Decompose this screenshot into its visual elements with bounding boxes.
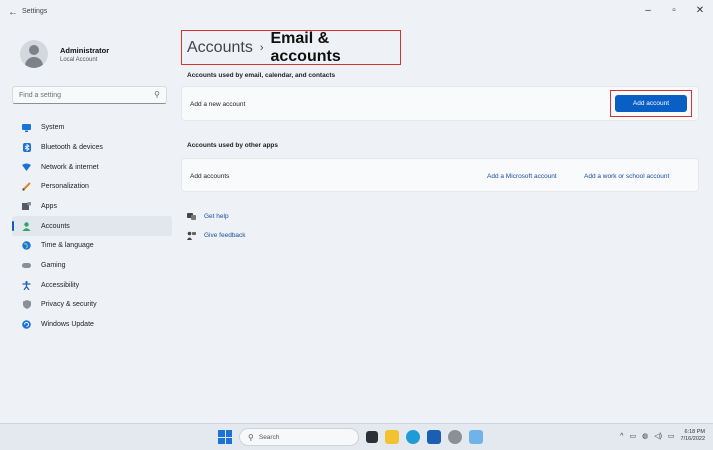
sidebar-item-system[interactable]: System — [12, 118, 172, 138]
sidebar-item-label: Apps — [41, 203, 57, 210]
accessibility-icon — [22, 280, 31, 290]
monitor-icon — [22, 123, 31, 132]
sidebar-item-time-language[interactable]: Time & language — [12, 236, 172, 256]
taskbar-clock[interactable]: 6:18 PM 7/16/2022 — [681, 429, 705, 443]
task-view-icon[interactable] — [366, 431, 378, 443]
help-icon — [187, 212, 196, 221]
add-new-account-text: Add a new account — [190, 101, 246, 108]
sidebar-item-label: Privacy & security — [41, 301, 97, 309]
sidebar-nav: System Bluetooth & devices Network & int… — [12, 118, 172, 335]
sidebar-item-label: Network & internet — [41, 163, 99, 171]
add-account-button[interactable]: Add account — [615, 95, 687, 112]
sidebar-item-label: Bluetooth & devices — [41, 143, 103, 151]
back-arrow-icon[interactable]: ← — [8, 7, 18, 18]
photos-icon[interactable] — [469, 430, 483, 444]
chevron-up-icon[interactable]: ^ — [620, 433, 623, 440]
search-placeholder: Find a setting — [19, 92, 62, 99]
add-account-highlight: Add account — [610, 90, 692, 117]
globe-icon — [22, 241, 31, 251]
feedback-icon — [187, 231, 196, 240]
get-help-link[interactable]: Get help — [187, 212, 229, 221]
sidebar-item-accessibility[interactable]: Accessibility — [12, 276, 172, 296]
add-accounts-card: Add accounts Add a Microsoft account Add… — [181, 158, 699, 192]
sidebar-item-label: Personalization — [41, 183, 89, 191]
give-feedback-label: Give feedback — [204, 232, 246, 239]
avatar — [20, 40, 48, 68]
update-icon — [22, 320, 31, 329]
sidebar-item-windows-update[interactable]: Windows Update — [12, 315, 172, 335]
search-icon: ⚲ — [154, 90, 160, 99]
settings-window: ← Settings – ▫ ✕ Administrator Local Acc… — [0, 0, 713, 423]
app-title: Settings — [22, 8, 48, 15]
minimize-button[interactable]: – — [643, 5, 653, 16]
taskbar-search[interactable]: ⚲ Search — [239, 428, 359, 446]
sidebar-item-label: System — [41, 124, 65, 132]
user-profile[interactable]: Administrator Local Account — [20, 40, 109, 68]
gamepad-icon — [22, 261, 31, 270]
page-title: Email & accounts — [270, 29, 341, 65]
window-controls: – ▫ ✕ — [643, 5, 705, 16]
file-explorer-icon[interactable] — [385, 430, 399, 444]
brush-icon — [22, 182, 31, 192]
sidebar-item-label: Accessibility — [41, 281, 80, 289]
sidebar-item-label: Gaming — [41, 262, 66, 270]
add-microsoft-account-link[interactable]: Add a Microsoft account — [487, 173, 557, 180]
clock-date: 7/16/2022 — [680, 436, 705, 443]
taskbar-search-label: Search — [258, 433, 280, 441]
store-icon[interactable] — [427, 430, 441, 444]
get-help-label: Get help — [204, 213, 229, 220]
wifi-icon — [22, 163, 31, 172]
add-new-account-card: Add a new account Add account — [181, 86, 699, 121]
edge-browser-icon[interactable] — [406, 430, 420, 444]
sidebar-item-gaming[interactable]: Gaming — [12, 256, 172, 276]
sidebar-item-personalization[interactable]: Personalization — [12, 177, 172, 197]
settings-gear-icon[interactable] — [448, 430, 462, 444]
sidebar-item-bluetooth[interactable]: Bluetooth & devices — [12, 138, 172, 158]
profile-name: Administrator — [60, 45, 110, 55]
keyboard-icon[interactable]: ▭ — [629, 432, 636, 440]
add-accounts-text: Add accounts — [190, 173, 230, 180]
breadcrumb: Accounts › Email & accounts — [181, 30, 401, 65]
person-icon — [22, 221, 31, 231]
volume-icon[interactable]: ◁) — [654, 432, 662, 440]
profile-account-type: Local Account — [60, 56, 98, 63]
sidebar-item-label: Accounts — [41, 222, 70, 230]
breadcrumb-root[interactable]: Accounts — [187, 39, 253, 57]
sidebar-item-accounts[interactable]: Accounts — [12, 216, 172, 236]
sidebar-item-network[interactable]: Network & internet — [12, 157, 172, 177]
taskbar: ⚲ Search ^ ▭ ◍ ◁) ▭ 6:18 PM 7/16/2022 — [0, 423, 713, 450]
give-feedback-link[interactable]: Give feedback — [187, 231, 246, 240]
maximize-button[interactable]: ▫ — [669, 5, 679, 16]
sidebar-item-label: Time & language — [41, 242, 94, 250]
title-bar: ← Settings – ▫ ✕ — [0, 0, 713, 26]
shield-icon — [22, 300, 31, 310]
network-icon[interactable]: ◍ — [642, 432, 648, 440]
close-button[interactable]: ✕ — [695, 5, 705, 16]
section-label-email-accounts: Accounts used by email, calendar, and co… — [187, 72, 336, 79]
windows-start-icon[interactable] — [218, 430, 232, 444]
apps-icon — [22, 202, 31, 211]
search-icon: ⚲ — [248, 432, 254, 442]
battery-icon[interactable]: ▭ — [668, 432, 675, 440]
sidebar-item-label: Windows Update — [41, 321, 94, 329]
clock-time: 6:18 PM — [684, 429, 705, 435]
sidebar-item-apps[interactable]: Apps — [12, 197, 172, 217]
add-work-school-account-link[interactable]: Add a work or school account — [584, 173, 669, 180]
sidebar-item-privacy[interactable]: Privacy & security — [12, 295, 172, 315]
breadcrumb-separator: › — [259, 41, 264, 54]
search-input[interactable]: Find a setting ⚲ — [12, 86, 167, 104]
bluetooth-icon — [22, 142, 31, 152]
section-label-other-apps: Accounts used by other apps — [187, 142, 279, 149]
